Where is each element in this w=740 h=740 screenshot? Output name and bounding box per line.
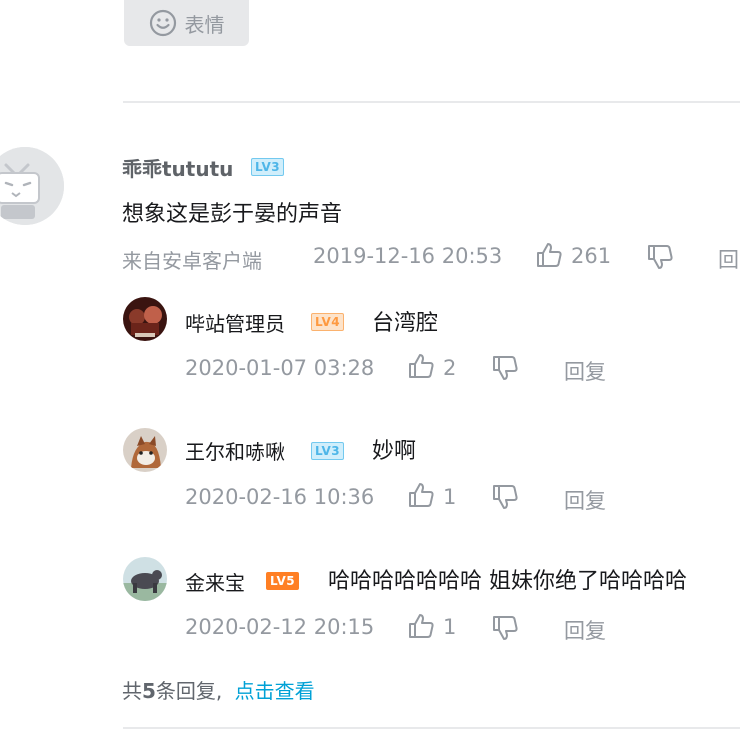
reply-button[interactable]: 回复 <box>564 615 606 645</box>
emoji-button-label: 表情 <box>184 12 225 37</box>
default-tv-avatar-icon <box>0 147 64 225</box>
reply-username[interactable]: 金来宝 <box>185 567 245 596</box>
thumbs-down-icon[interactable] <box>646 243 674 271</box>
thumbs-down-icon[interactable] <box>491 483 519 511</box>
level-badge: LV3 <box>251 158 285 176</box>
level-badge: LV5 <box>266 572 300 590</box>
avatar[interactable] <box>123 297 167 341</box>
comment-device: 来自安卓客户端 <box>122 249 262 273</box>
level-badge: LV3 <box>311 442 345 460</box>
reply-time: 2020-02-12 20:15 <box>185 615 375 639</box>
reply-button[interactable]: 回复 <box>564 356 606 386</box>
like-count: 261 <box>571 244 612 268</box>
reply-time: 2020-01-07 03:28 <box>185 356 375 380</box>
comment-username[interactable]: 乖乖tututu <box>122 153 233 182</box>
avatar[interactable] <box>0 147 64 225</box>
reply-button[interactable]: 回复 <box>564 485 606 515</box>
thumbs-down-icon[interactable] <box>491 354 519 382</box>
smiley-icon <box>149 9 176 37</box>
thumbs-up-icon[interactable] <box>407 612 435 640</box>
like-count: 1 <box>443 615 457 639</box>
reply-username[interactable]: 王尔和哧啾 <box>185 436 285 465</box>
reply-text: 台湾腔 <box>372 311 439 336</box>
reply-text: 哈哈哈哈哈哈哈 姐妹你绝了哈哈哈哈 <box>328 569 687 594</box>
like-count: 1 <box>443 485 457 509</box>
reply-username[interactable]: 哔站管理员 <box>185 308 285 337</box>
divider-bottom <box>123 727 740 729</box>
thumbs-up-icon[interactable] <box>535 241 563 269</box>
thumbs-down-icon[interactable] <box>491 614 519 642</box>
reply-summary-prefix: 共 <box>122 679 142 703</box>
emoji-button[interactable]: 表情 <box>124 0 249 46</box>
reply-text: 妙啊 <box>372 439 417 464</box>
reply-count: 5 <box>142 679 156 703</box>
avatar-image <box>123 428 167 472</box>
avatar-image <box>123 557 167 601</box>
avatar[interactable] <box>123 428 167 472</box>
view-replies-link[interactable]: 点击查看 <box>235 679 315 703</box>
like-count: 2 <box>443 356 457 380</box>
reply-summary: 共5条回复, 点击查看 <box>122 675 315 704</box>
reply-summary-suffix: 条回复, <box>155 679 223 703</box>
comment-text: 想象这是彭于晏的声音 <box>122 202 343 227</box>
thumbs-up-icon[interactable] <box>407 481 435 509</box>
thumbs-up-icon[interactable] <box>407 352 435 380</box>
comment-time: 2019-12-16 20:53 <box>313 244 503 268</box>
level-badge: LV4 <box>311 313 345 331</box>
reply-button[interactable]: 回 <box>718 244 739 274</box>
divider-top <box>123 101 740 103</box>
avatar[interactable] <box>123 557 167 601</box>
reply-time: 2020-02-16 10:36 <box>185 485 375 509</box>
avatar-image <box>123 297 167 341</box>
